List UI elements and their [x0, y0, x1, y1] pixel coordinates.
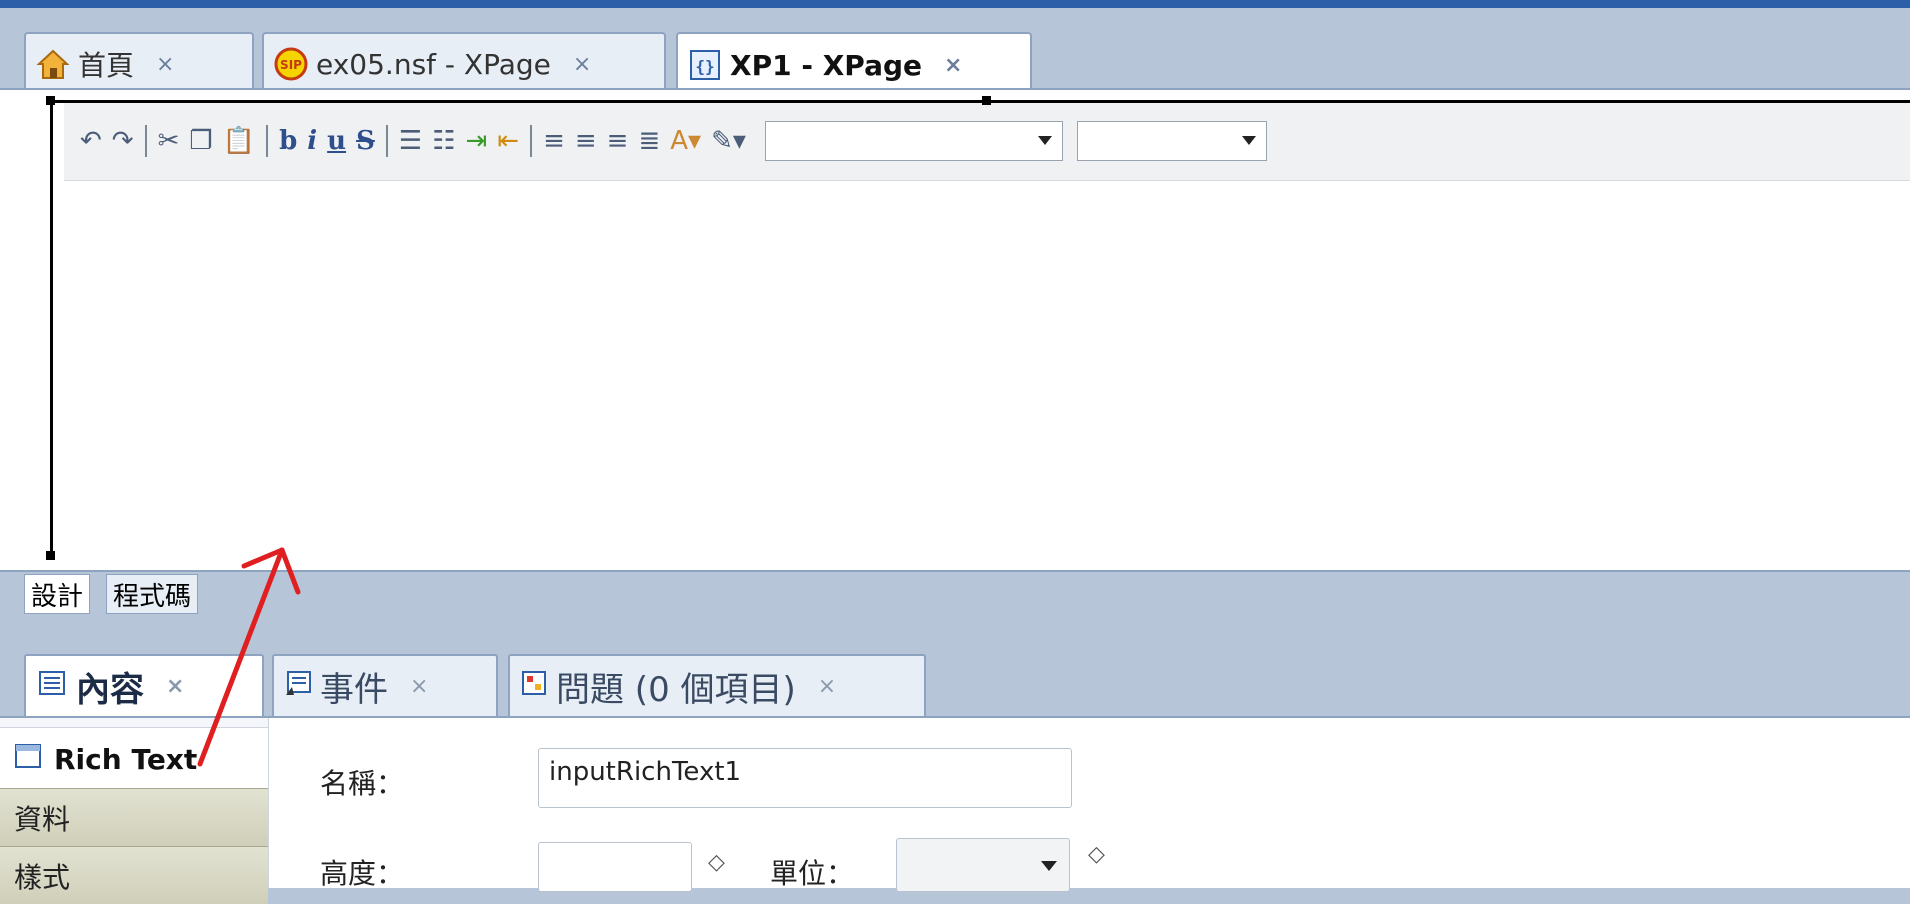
annotation-arrow-icon: [197, 547, 301, 767]
